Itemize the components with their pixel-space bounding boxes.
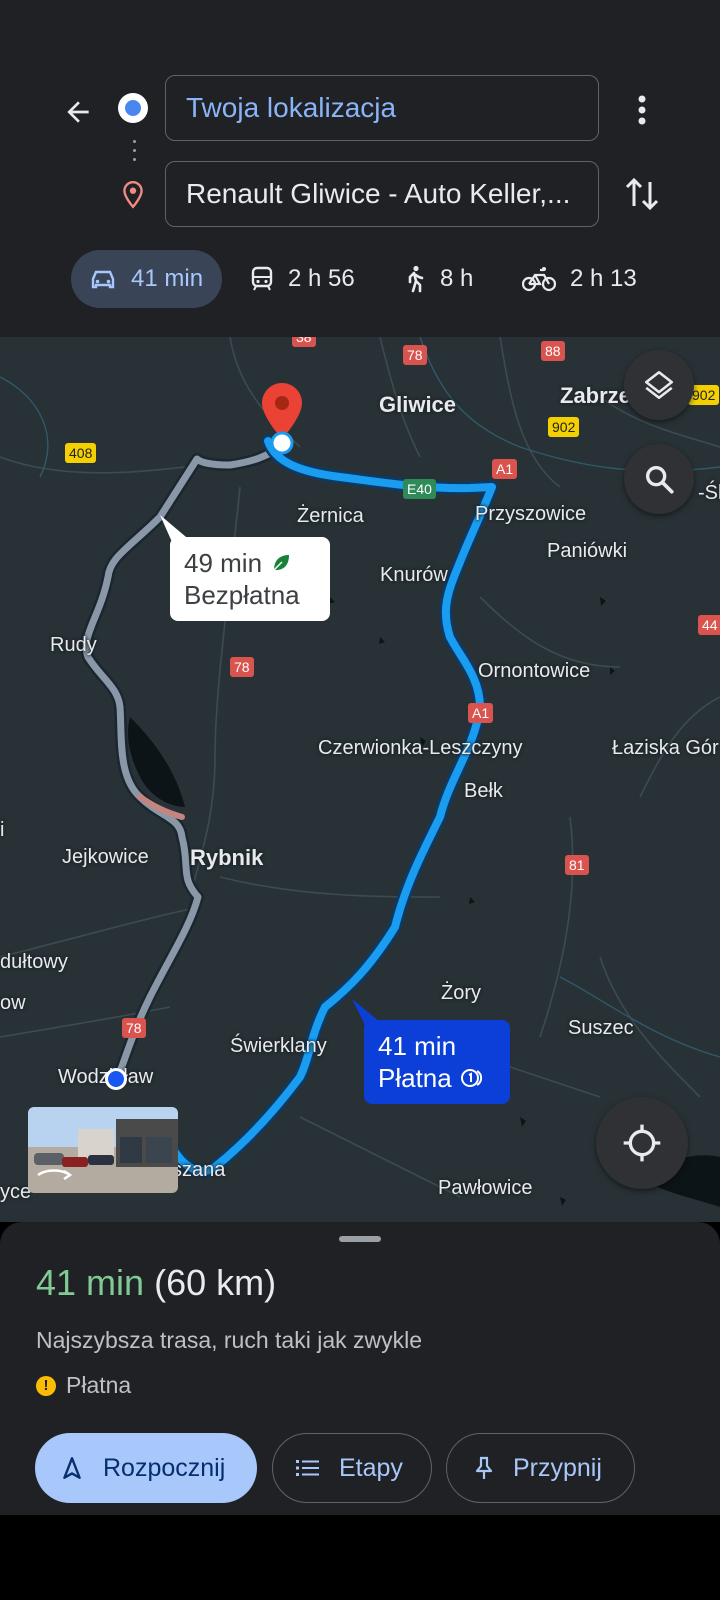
place-label: Przyszowice <box>475 503 587 525</box>
layers-icon <box>644 370 674 400</box>
pin-icon <box>475 1456 493 1479</box>
road-shield: A1 <box>468 703 494 723</box>
destination-input[interactable]: Renault Gliwice - Auto Keller,... <box>165 161 599 227</box>
place-label: i <box>0 819 5 841</box>
start-navigation-button[interactable]: Rozpocznij <box>35 1433 257 1503</box>
road-shield: 78 <box>403 345 427 365</box>
main-route-note: Płatna <box>378 1063 452 1093</box>
place-label: yce <box>0 1181 32 1203</box>
tab-bike-label: 2 h 13 <box>570 265 637 292</box>
place-label: dułtowy <box>0 951 68 973</box>
alt-route-note: Bezpłatna <box>184 580 300 610</box>
route-summary: 41 min (60 km) <box>36 1262 276 1304</box>
pin-label: Przypnij <box>513 1453 602 1482</box>
place-label: Suszec <box>568 1017 634 1039</box>
place-label: Czerwionka-Leszczyny <box>318 737 523 759</box>
sheet-drag-handle[interactable] <box>339 1236 381 1242</box>
pin-button[interactable]: Przypnij <box>446 1433 635 1503</box>
start-label: Rozpocznij <box>103 1453 226 1482</box>
destination-marker-icon <box>262 383 302 455</box>
main-route-callout[interactable]: 41 min Płatna <box>364 1020 510 1104</box>
place-label: Bełk <box>464 780 503 802</box>
road-shield: 902 <box>548 417 580 437</box>
tab-transit-label: 2 h 56 <box>288 265 355 292</box>
directions-header: Twoja lokalizacja Renault Gliwice - Auto… <box>0 0 720 337</box>
street-view-image <box>28 1107 178 1193</box>
swap-directions-button[interactable] <box>622 172 662 216</box>
place-label: -Śl <box>698 482 720 504</box>
tab-bike[interactable]: 2 h 13 <box>522 250 637 308</box>
route-details-sheet[interactable]: 41 min (60 km) Najszybsza trasa, ruch ta… <box>0 1222 720 1515</box>
system-navigation-bar <box>0 1515 720 1600</box>
place-label: Jejkowice <box>62 846 149 868</box>
tab-transit[interactable]: 2 h 56 <box>250 250 355 308</box>
place-label: Rudy <box>50 634 97 656</box>
steps-button[interactable]: Etapy <box>272 1433 432 1503</box>
navigation-arrow-icon <box>63 1457 81 1479</box>
route-connector <box>133 140 137 167</box>
list-icon <box>296 1460 319 1476</box>
place-label: Łaziska Gór <box>612 737 719 759</box>
road-shield: 88 <box>541 341 565 361</box>
my-location-button[interactable] <box>596 1097 688 1189</box>
bike-icon <box>522 267 556 292</box>
road-shield: 81 <box>565 855 589 875</box>
search-icon <box>645 465 674 494</box>
origin-input[interactable]: Twoja lokalizacja <box>165 75 599 141</box>
more-options-button[interactable] <box>624 90 660 130</box>
steps-label: Etapy <box>339 1453 403 1482</box>
street-view-thumbnail[interactable] <box>28 1107 178 1193</box>
place-label: Rybnik <box>190 845 264 870</box>
search-along-route-button[interactable] <box>624 444 694 514</box>
place-label: Pawłowice <box>438 1177 533 1199</box>
leaf-icon <box>273 555 290 571</box>
swap-vert-icon <box>625 177 659 211</box>
alt-route-callout[interactable]: 49 min Bezpłatna <box>170 537 330 621</box>
origin-dot-icon <box>118 93 148 123</box>
route-distance: (60 km) <box>154 1262 277 1303</box>
tab-car-label: 41 min <box>131 265 204 292</box>
toll-notice: ! Płatna <box>36 1372 131 1399</box>
travel-mode-tabs: 41 min 2 h 56 8 h 2 h 13 <box>0 250 720 310</box>
map-view[interactable]: Gliwice Zabrze Żernica Przyszowice Panió… <box>0 337 720 1222</box>
place-label: ow <box>0 992 26 1014</box>
arrow-back-icon <box>67 101 89 123</box>
train-icon <box>251 266 273 291</box>
road-shield: A1 <box>492 459 518 479</box>
place-label: Knurów <box>380 564 448 586</box>
route-description: Najszybsza trasa, ruch taki jak zwykle <box>36 1327 423 1353</box>
origin-marker-icon <box>105 1068 127 1090</box>
place-label: Paniówki <box>547 540 628 562</box>
toll-label: Płatna <box>66 1372 132 1398</box>
road-shield: 78 <box>230 657 254 677</box>
route-duration: 41 min <box>36 1262 145 1303</box>
place-label: Żory <box>441 982 481 1004</box>
tab-walk-label: 8 h <box>440 265 474 292</box>
tab-walk[interactable]: 8 h <box>404 250 473 308</box>
road-shield: 38 <box>292 337 316 347</box>
place-label: szana <box>172 1159 226 1181</box>
toll-info-icon <box>460 1069 482 1087</box>
back-button[interactable] <box>56 90 100 134</box>
my-location-icon <box>623 1124 661 1162</box>
place-label: Zabrze <box>560 383 631 408</box>
car-icon <box>91 270 115 289</box>
place-label: Świerklany <box>230 1035 327 1057</box>
place-label: Żernica <box>297 505 364 527</box>
road-shield: E40 <box>403 479 436 499</box>
alt-route-time: 49 min <box>184 548 263 578</box>
layers-button[interactable] <box>624 350 694 420</box>
road-shield: 44 <box>698 615 720 635</box>
main-route-time: 41 min <box>378 1031 457 1061</box>
road-shield: 408 <box>65 443 97 463</box>
more-vert-icon <box>638 95 646 125</box>
place-label: Gliwice <box>379 392 457 417</box>
walk-icon <box>408 265 424 293</box>
destination-pin-icon <box>120 180 146 215</box>
road-shield: 78 <box>122 1018 146 1038</box>
place-label: Ornontowice <box>478 660 591 682</box>
tab-car[interactable]: 41 min <box>71 250 222 308</box>
warning-icon: ! <box>36 1375 56 1396</box>
